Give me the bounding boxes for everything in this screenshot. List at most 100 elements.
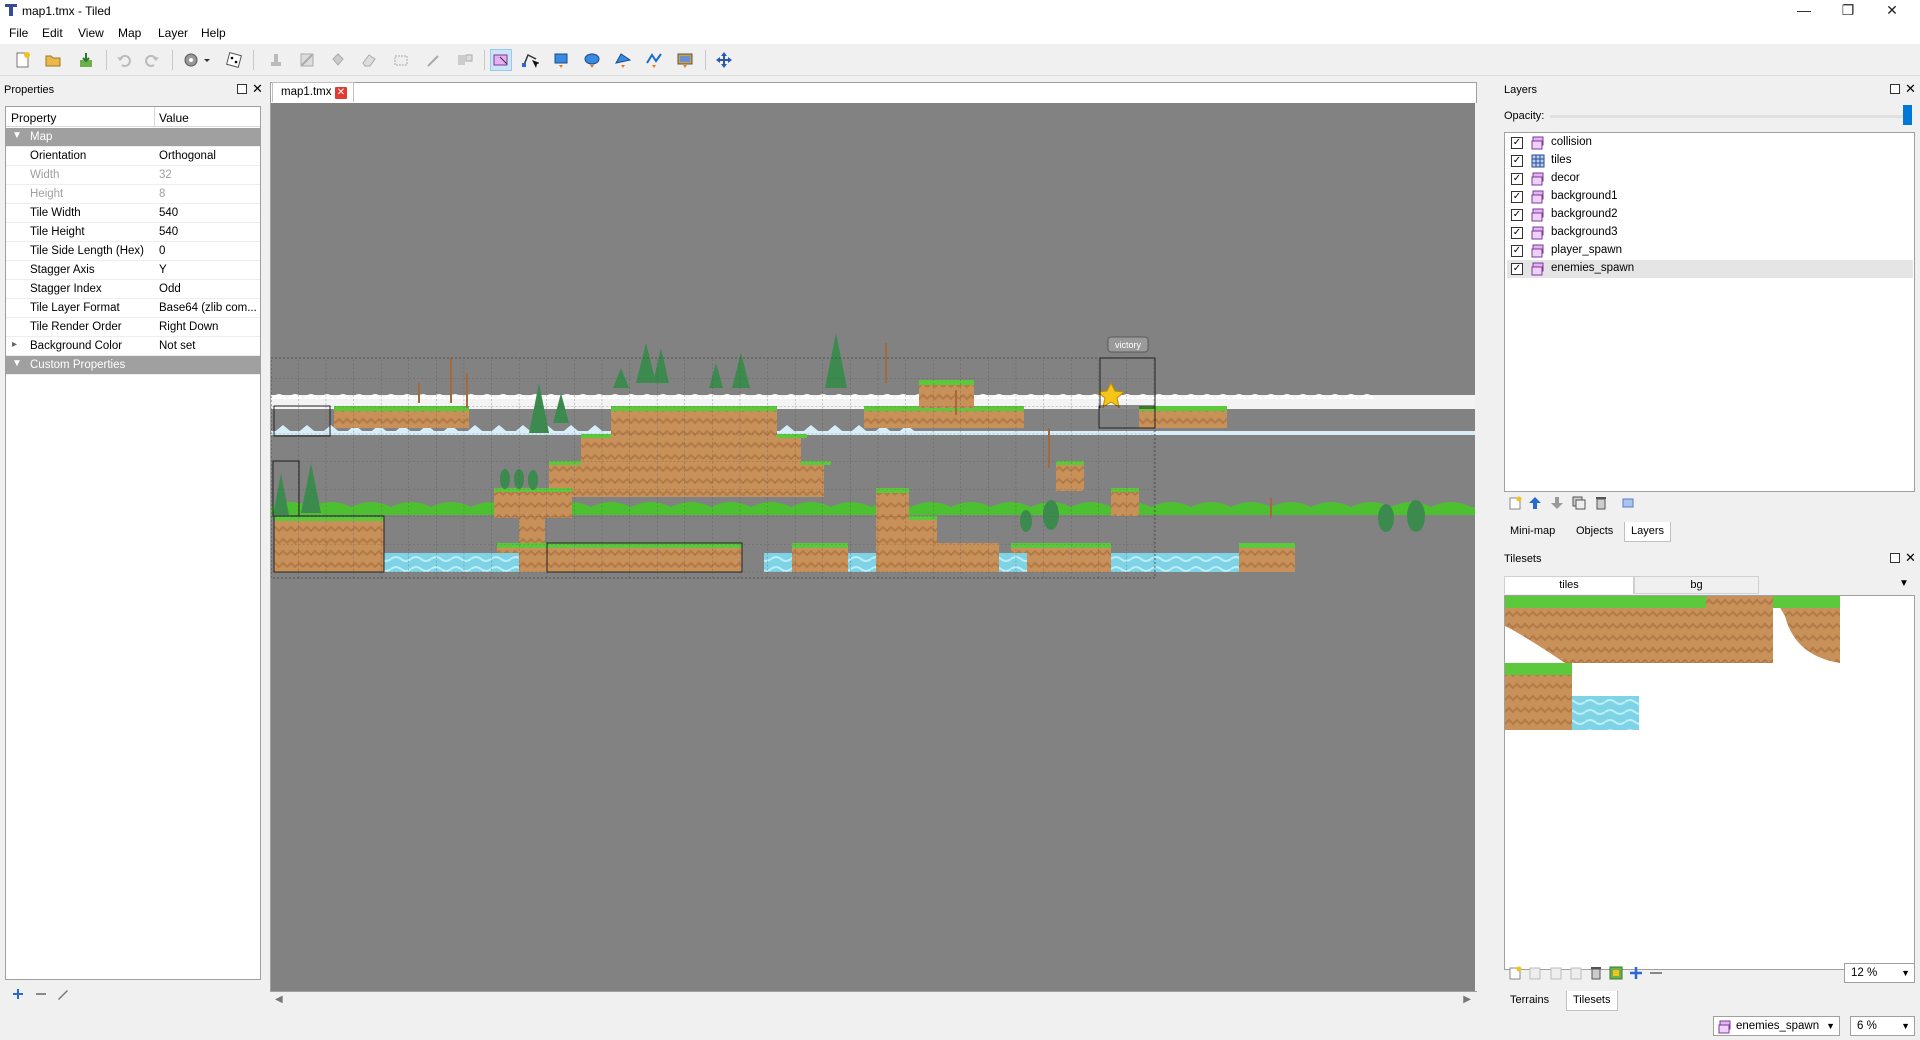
visibility-checkbox[interactable]: ✓ [1511, 245, 1523, 257]
new-file-icon[interactable] [12, 49, 34, 71]
layer-row-tiles[interactable]: ✓ tiles [1507, 152, 1913, 170]
group-custom-properties[interactable]: ▼ Custom Properties [6, 356, 260, 375]
header-property[interactable]: Property [11, 111, 56, 125]
prop-row-stagger-index[interactable]: Stagger Index Odd [6, 280, 260, 299]
layer-row-background2[interactable]: ✓ background2 [1507, 206, 1913, 224]
prop-row-tile-width[interactable]: Tile Width 540 [6, 204, 260, 223]
select-same-tile-icon[interactable] [454, 49, 476, 71]
tab-mini-map[interactable]: Mini-map [1504, 522, 1561, 542]
insert-polyline-icon[interactable] [643, 49, 665, 71]
add-tiles-icon[interactable] [1629, 966, 1643, 980]
vertical-scrollbar[interactable] [1475, 103, 1477, 991]
map-view[interactable]: victory [271, 103, 1475, 991]
tab-terrains[interactable]: Terrains [1504, 991, 1555, 1011]
tileset-zoom-combo[interactable]: 12 % ▼ [1844, 963, 1915, 983]
prop-row-tile-height[interactable]: Tile Height 540 [6, 223, 260, 242]
prop-row-tile-side-length[interactable]: Tile Side Length (Hex) 0 [6, 242, 260, 261]
header-value[interactable]: Value [159, 111, 189, 125]
tileset-view[interactable] [1504, 595, 1915, 970]
insert-rectangle-icon[interactable] [550, 49, 572, 71]
visibility-checkbox[interactable]: ✓ [1511, 209, 1523, 221]
export-tileset-icon[interactable] [1549, 966, 1563, 980]
opacity-slider[interactable] [1550, 115, 1904, 118]
prop-row-tile-render-order[interactable]: Tile Render Order Right Down [6, 318, 260, 337]
prop-row-stagger-axis[interactable]: Stagger Axis Y [6, 261, 260, 280]
collapse-arrow-icon[interactable]: ▼ [12, 358, 22, 369]
layer-row-background1[interactable]: ✓ background1 [1507, 188, 1913, 206]
new-layer-icon[interactable] [1508, 496, 1522, 510]
restore-button[interactable]: ❐ [1826, 0, 1870, 22]
tileset-menu-arrow-icon[interactable]: ▼ [1899, 578, 1909, 589]
duplicate-layer-icon[interactable] [1572, 496, 1586, 510]
rectangle-select-icon[interactable] [390, 49, 412, 71]
tab-layers[interactable]: Layers [1624, 522, 1672, 542]
opacity-slider-handle[interactable] [1903, 105, 1912, 125]
new-tileset-icon[interactable] [1508, 966, 1522, 980]
visibility-checkbox[interactable]: ✓ [1511, 173, 1523, 185]
group-map[interactable]: ▼ Map [6, 128, 260, 147]
rename-property-icon[interactable] [57, 988, 69, 1000]
layer-row-decor[interactable]: ✓ decor [1507, 170, 1913, 188]
tile-thumb[interactable] [1572, 696, 1639, 730]
edit-tileset-icon[interactable] [1609, 966, 1623, 980]
float-dock-icon[interactable] [237, 84, 247, 94]
raise-layer-icon[interactable] [1528, 496, 1542, 510]
close-window-button[interactable]: ✕ [1870, 0, 1914, 22]
delete-tileset-icon[interactable] [1589, 966, 1603, 980]
tile-thumb[interactable] [1773, 596, 1840, 663]
commands-icon[interactable] [180, 49, 214, 71]
expand-arrow-icon[interactable]: ▸ [12, 339, 17, 350]
tab-tilesets[interactable]: Tilesets [1566, 991, 1618, 1011]
map-zoom-combo[interactable]: 6 % ▼ [1850, 1016, 1915, 1036]
tile-thumb[interactable] [1706, 596, 1773, 663]
lower-layer-icon[interactable] [1550, 496, 1564, 510]
close-dock-icon[interactable]: ✕ [1905, 551, 1916, 565]
menu-help[interactable]: Help [201, 26, 226, 40]
map-canvas[interactable]: victory [271, 103, 1475, 991]
scroll-right-icon[interactable]: ▶ [1463, 994, 1471, 1005]
tileset-properties-icon[interactable] [1569, 966, 1583, 980]
insert-ellipse-icon[interactable] [581, 49, 603, 71]
close-dock-icon[interactable]: ✕ [252, 82, 263, 96]
tile-thumb[interactable] [1505, 596, 1572, 663]
tile-thumb[interactable] [1572, 596, 1639, 663]
terrain-brush-icon[interactable] [296, 49, 318, 71]
remove-tiles-icon[interactable] [1649, 966, 1663, 980]
close-tab-icon[interactable]: ✕ [335, 87, 347, 99]
visibility-checkbox[interactable]: ✓ [1511, 191, 1523, 203]
tileset-grid[interactable] [1505, 596, 1914, 969]
scroll-left-icon[interactable]: ◀ [275, 994, 283, 1005]
menu-layer[interactable]: Layer [158, 26, 188, 40]
tab-objects[interactable]: Objects [1570, 522, 1619, 542]
minimize-button[interactable]: — [1782, 0, 1826, 22]
layer-row-collision[interactable]: ✓ collision [1507, 134, 1913, 152]
insert-polygon-icon[interactable] [612, 49, 634, 71]
tile-thumb[interactable] [1505, 663, 1572, 730]
layer-row-background3[interactable]: ✓ background3 [1507, 224, 1913, 242]
float-dock-icon[interactable] [1890, 553, 1900, 563]
menu-view[interactable]: View [78, 26, 104, 40]
select-objects-icon[interactable] [490, 49, 512, 71]
show-hide-layers-icon[interactable] [1622, 497, 1634, 509]
victory-object[interactable]: victory [1107, 336, 1149, 353]
close-dock-icon[interactable]: ✕ [1905, 82, 1916, 96]
edit-polygons-icon[interactable] [519, 49, 541, 71]
current-layer-combo[interactable]: enemies_spawn ▼ [1713, 1016, 1840, 1036]
collapse-arrow-icon[interactable]: ▼ [12, 130, 22, 141]
open-folder-icon[interactable] [42, 49, 64, 71]
save-icon[interactable] [75, 49, 97, 71]
prop-row-tile-layer-format[interactable]: Tile Layer Format Base64 (zlib com... [6, 299, 260, 318]
tile-thumb[interactable] [1639, 596, 1706, 663]
stamp-brush-icon[interactable] [265, 49, 287, 71]
delete-layer-icon[interactable] [1594, 496, 1608, 510]
tileset-tab-bg[interactable]: bg [1634, 576, 1759, 594]
insert-tile-icon[interactable] [674, 49, 696, 71]
layer-row-enemies-spawn[interactable]: ✓ enemies_spawn [1507, 260, 1913, 278]
random-mode-icon[interactable] [223, 49, 245, 71]
menu-map[interactable]: Map [118, 26, 141, 40]
bucket-fill-icon[interactable] [327, 49, 349, 71]
horizontal-scrollbar[interactable]: ◀ ▶ [271, 993, 1477, 1009]
visibility-checkbox[interactable]: ✓ [1511, 137, 1523, 149]
eraser-icon[interactable] [358, 49, 380, 71]
magic-wand-icon[interactable] [423, 49, 445, 71]
